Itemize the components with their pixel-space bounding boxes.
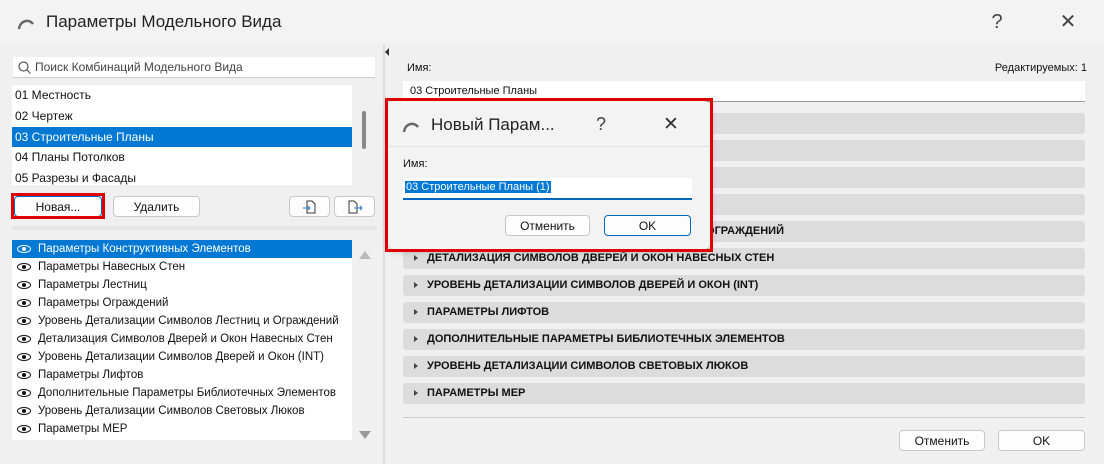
option-label: Дополнительные Параметры Библиотечных Эл… (38, 387, 337, 399)
list-item[interactable]: Уровень Детализации Символов Лестниц и О… (12, 312, 352, 330)
eye-icon[interactable] (17, 353, 31, 361)
search-input[interactable]: Поиск Комбинаций Модельного Вида (13, 57, 375, 78)
dialog-ok-button[interactable]: OK (604, 215, 691, 236)
list-item[interactable]: Дополнительные Параметры Библиотечных Эл… (12, 384, 352, 402)
ok-button[interactable]: OK (998, 430, 1085, 451)
section-header[interactable]: ПАРАМЕТРЫ MEP (403, 383, 1085, 404)
list-item[interactable]: 03 Строительные Планы (12, 126, 352, 148)
scroll-up-arrow[interactable] (359, 251, 371, 259)
eye-icon[interactable] (17, 281, 31, 289)
list-item[interactable]: Параметры Лестниц (12, 276, 352, 294)
section-header[interactable]: УРОВЕНЬ ДЕТАЛИЗАЦИИ СИМВОЛОВ ДВЕРЕЙ И ОК… (403, 275, 1085, 296)
name-label: Имя: (407, 62, 432, 74)
option-label: Параметры Ограждений (38, 297, 169, 309)
eye-icon[interactable] (17, 299, 31, 307)
option-label: Уровень Детализации Символов Световых Лю… (38, 405, 305, 417)
cancel-button[interactable]: Отменить (899, 430, 985, 451)
list-item[interactable]: Параметры Ограждений (12, 294, 352, 312)
list-item[interactable]: Уровень Детализации Символов Световых Лю… (12, 402, 352, 420)
divider (388, 146, 710, 147)
list-item[interactable]: Детализация Символов Дверей и Окон Навес… (12, 330, 352, 348)
dialog-close-button[interactable]: ✕ (663, 113, 679, 136)
list-item[interactable]: Параметры MEP (12, 420, 352, 438)
eye-icon[interactable] (17, 371, 31, 379)
collapse-arrow-icon[interactable] (385, 48, 389, 56)
eye-icon[interactable] (17, 335, 31, 343)
search-icon (18, 61, 31, 74)
scroll-down-arrow[interactable] (359, 431, 371, 439)
search-placeholder: Поиск Комбинаций Модельного Вида (35, 60, 243, 74)
eye-icon[interactable] (17, 317, 31, 325)
eye-icon[interactable] (17, 407, 31, 415)
list-item[interactable]: Параметры Навесных Стен (12, 258, 352, 276)
import-button[interactable] (289, 196, 330, 217)
eye-icon[interactable] (17, 425, 31, 433)
list-item[interactable]: Параметры Лифтов (12, 366, 352, 384)
list-item[interactable]: 05 Разрезы и Фасады (12, 168, 352, 185)
options-list: Параметры Конструктивных Элементов Параме… (12, 240, 352, 440)
highlight-frame (11, 193, 105, 219)
divider (12, 226, 377, 230)
option-label: Параметры Навесных Стен (38, 261, 186, 273)
export-icon (348, 200, 363, 214)
section-header[interactable]: ДОПОЛНИТЕЛЬНЫЕ ПАРАМЕТРЫ БИБЛИОТЕЧНЫХ ЭЛ… (403, 329, 1085, 350)
window-title: Параметры Модельного Вида (46, 12, 282, 31)
dialog-cancel-button[interactable]: Отменить (505, 215, 590, 236)
export-button[interactable] (334, 196, 375, 217)
eye-icon[interactable] (17, 389, 31, 397)
divider (403, 417, 1085, 418)
option-label: Параметры Конструктивных Элементов (38, 243, 251, 255)
list-item[interactable]: 02 Чертеж (12, 106, 352, 127)
option-label: Детализация Символов Дверей и Окон Навес… (38, 333, 333, 345)
list-item[interactable]: Уровень Детализации Символов Дверей и Ок… (12, 348, 352, 366)
list-item[interactable]: 04 Планы Потолков (12, 147, 352, 168)
editable-count: Редактируемых: 1 (994, 62, 1087, 74)
import-icon (302, 200, 315, 214)
help-button[interactable]: ? (977, 8, 1017, 36)
option-label: Параметры Лифтов (38, 369, 144, 381)
section-header[interactable]: ПАРАМЕТРЫ ЛИФТОВ (403, 302, 1085, 323)
dialog-title: Новый Парам... (431, 115, 555, 134)
option-label: Уровень Детализации Символов Лестниц и О… (38, 315, 339, 327)
scrollbar[interactable] (362, 111, 366, 149)
delete-button[interactable]: Удалить (113, 196, 200, 217)
dialog-help-button[interactable]: ? (596, 114, 606, 135)
close-button[interactable]: ✕ (1048, 8, 1088, 36)
dialog-name-field[interactable]: 03 Строительные Планы (1) (403, 178, 692, 200)
option-label: Параметры Лестниц (38, 279, 147, 291)
option-label: Уровень Детализации Символов Дверей и Ок… (38, 351, 324, 363)
list-item[interactable]: 01 Местность (12, 85, 352, 106)
selected-text: 03 Строительные Планы (1) (405, 181, 551, 193)
combination-list: 01 Местность 02 Чертеж 03 Строительные Пла… (12, 85, 352, 185)
eye-icon[interactable] (17, 245, 31, 253)
list-item[interactable]: Параметры Конструктивных Элементов (12, 240, 352, 258)
app-logo-icon (17, 19, 34, 30)
app-logo-icon (402, 122, 419, 133)
eye-icon[interactable] (17, 263, 31, 271)
dialog-name-label: Имя: (403, 158, 428, 170)
option-label: Параметры MEP (38, 423, 128, 435)
section-header[interactable]: УРОВЕНЬ ДЕТАЛИЗАЦИИ СИМВОЛОВ СВЕТОВЫХ ЛЮ… (403, 356, 1085, 377)
